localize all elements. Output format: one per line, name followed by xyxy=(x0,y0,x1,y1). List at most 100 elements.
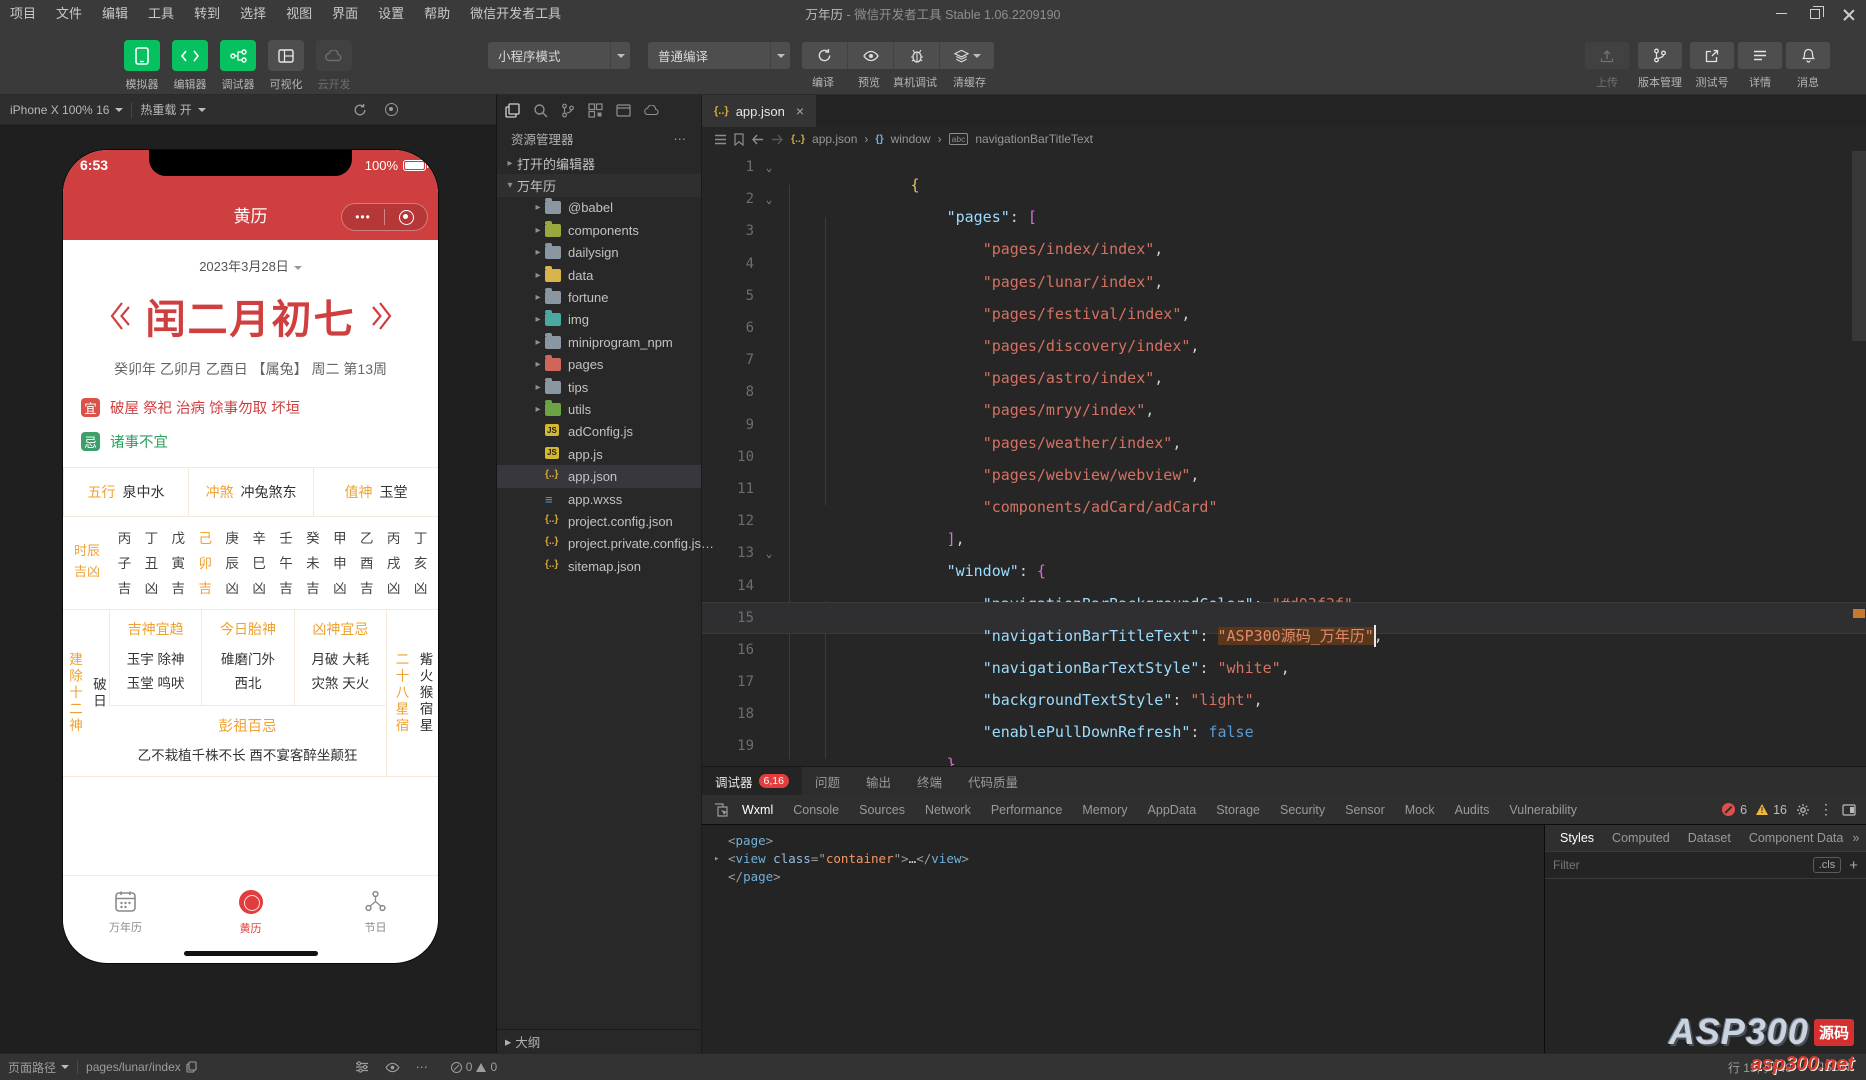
devtools-tab[interactable]: Audits xyxy=(1445,803,1500,817)
crumb-file[interactable]: app.json xyxy=(812,132,857,146)
inspect-icon[interactable] xyxy=(714,802,728,817)
problems-counter[interactable]: 0 0 xyxy=(450,1060,497,1074)
menu-item[interactable]: 帮助 xyxy=(414,0,460,27)
version-control-button[interactable]: 版本管理 xyxy=(1634,42,1686,90)
fold-icon[interactable]: ⌄ xyxy=(754,193,784,206)
eye-icon[interactable] xyxy=(385,1062,400,1073)
outline-section[interactable]: ▸ 大纲 xyxy=(497,1029,701,1053)
wxml-tree[interactable]: <page> ▸ <view class="container">…</view… xyxy=(702,825,1544,1053)
refresh-icon[interactable] xyxy=(353,103,367,117)
tree-item[interactable]: app.wxss xyxy=(497,488,701,510)
hot-reload-toggle[interactable]: 热重载 开 xyxy=(140,101,206,118)
tab-jieri[interactable]: 节日 xyxy=(313,876,438,949)
add-style-button[interactable]: + xyxy=(1849,857,1858,874)
devtools-tab[interactable]: Wxml xyxy=(732,803,783,817)
kebab-icon[interactable]: ⋮ xyxy=(1819,801,1833,818)
devtools-tab[interactable]: AppData xyxy=(1138,803,1207,817)
menu-item[interactable]: 微信开发者工具 xyxy=(460,0,571,27)
menu-item[interactable]: 项目 xyxy=(0,0,46,27)
crumb-property[interactable]: navigationBarTitleText xyxy=(975,132,1093,146)
menu-item[interactable]: 选择 xyxy=(230,0,276,27)
tree-item[interactable]: project.private.config.js… xyxy=(497,533,714,555)
tree-item[interactable]: app.js xyxy=(497,443,701,465)
details-button[interactable]: 详情 xyxy=(1734,42,1786,90)
cloud-icon[interactable] xyxy=(644,104,660,116)
devtools-tab[interactable]: Sensor xyxy=(1335,803,1395,817)
prev-day-arrow[interactable] xyxy=(108,299,130,333)
styles-tab[interactable]: Component Data xyxy=(1740,831,1853,845)
wxml-node[interactable]: ▸ <view class="container">…</view> xyxy=(714,850,1544,869)
menu-item[interactable]: 编辑 xyxy=(92,0,138,27)
more-icon[interactable]: ⋯ xyxy=(674,131,688,146)
filter-input[interactable]: Filter xyxy=(1553,858,1805,872)
forward-icon[interactable] xyxy=(771,134,784,145)
tab-huangli[interactable]: 黄历 xyxy=(188,876,313,949)
upload-button[interactable]: 上传 xyxy=(1581,42,1633,90)
styles-tab[interactable]: Styles xyxy=(1551,831,1603,845)
devtools-tab[interactable]: Storage xyxy=(1206,803,1270,817)
debugger-tab[interactable]: 输出 xyxy=(853,767,904,795)
record-icon[interactable] xyxy=(385,103,398,116)
language-mode[interactable]: JSON xyxy=(1818,1060,1850,1074)
tree-item[interactable]: ▸ tips xyxy=(497,376,701,398)
cursor-position[interactable]: 行 15, 列 48 xyxy=(1728,1059,1792,1076)
close-tab-icon[interactable]: × xyxy=(796,103,804,119)
maximize-button[interactable] xyxy=(1798,0,1832,27)
more-icon[interactable]: ⋯ xyxy=(416,1060,429,1074)
more-button[interactable]: ••• xyxy=(342,204,384,230)
menu-item[interactable]: 文件 xyxy=(46,0,92,27)
page-path-select[interactable]: 页面路径 xyxy=(0,1054,77,1080)
sliders-icon[interactable] xyxy=(355,1061,369,1073)
fold-icon[interactable]: ⌄ xyxy=(754,547,784,560)
devtools-tab[interactable]: Security xyxy=(1270,803,1335,817)
crumb-object[interactable]: window xyxy=(891,132,931,146)
close-button[interactable] xyxy=(1832,0,1866,27)
dock-icon[interactable] xyxy=(1842,803,1856,816)
tree-item[interactable]: ▸ components xyxy=(497,219,701,241)
exit-button[interactable] xyxy=(385,209,427,225)
project-root[interactable]: ▾ 万年历 xyxy=(497,174,701,197)
mode-select[interactable]: 小程序模式 xyxy=(488,42,630,69)
bookmark-icon[interactable] xyxy=(734,132,744,146)
tree-item[interactable]: ▸ @babel xyxy=(497,197,701,219)
devtools-tab[interactable]: Sources xyxy=(849,803,915,817)
tree-item[interactable]: sitemap.json xyxy=(497,555,701,577)
menu-item[interactable]: 转到 xyxy=(184,0,230,27)
gear-icon[interactable] xyxy=(1796,803,1810,817)
tree-item[interactable]: ▸ fortune xyxy=(497,286,701,308)
devtools-tab[interactable]: Console xyxy=(783,803,849,817)
tree-item[interactable]: project.config.json xyxy=(497,510,701,532)
compile-button[interactable] xyxy=(802,42,848,69)
cls-button[interactable]: .cls xyxy=(1812,857,1842,873)
menu-item[interactable]: 设置 xyxy=(368,0,414,27)
wxml-node[interactable]: </page> xyxy=(714,868,1544,886)
debugger-tab[interactable]: 调试器 6,16 xyxy=(702,767,802,795)
devtools-tab[interactable]: Performance xyxy=(981,803,1073,817)
styles-tab[interactable]: Computed xyxy=(1603,831,1679,845)
tab-wannianli[interactable]: 万年历 xyxy=(63,876,188,949)
current-page-path[interactable]: pages/lunar/index xyxy=(78,1054,205,1080)
outline-icon[interactable] xyxy=(714,134,727,145)
debugger-tab[interactable]: 代码质量 xyxy=(955,767,1031,795)
date-picker[interactable]: 2023年3月28日 xyxy=(63,240,438,275)
menu-item[interactable]: 工具 xyxy=(138,0,184,27)
git-branch-icon[interactable] xyxy=(561,103,575,118)
tree-item[interactable]: ▸ img xyxy=(497,309,701,331)
minimize-button[interactable] xyxy=(1764,0,1798,27)
tree-item[interactable]: ▸ miniprogram_npm xyxy=(497,331,701,353)
blocks-icon[interactable] xyxy=(588,102,603,118)
tree-item[interactable]: adConfig.js xyxy=(497,421,701,443)
styles-tab[interactable]: Dataset xyxy=(1679,831,1740,845)
fold-icon[interactable]: ⌄ xyxy=(754,161,784,174)
debugger-tab[interactable]: 终端 xyxy=(904,767,955,795)
window-icon[interactable] xyxy=(616,103,631,117)
devtools-tab[interactable]: Memory xyxy=(1072,803,1137,817)
devtools-tab[interactable]: Mock xyxy=(1395,803,1445,817)
devtools-tab[interactable]: Network xyxy=(915,803,981,817)
test-account-button[interactable]: 测试号 xyxy=(1686,42,1738,90)
tree-item[interactable]: ▸ pages xyxy=(497,354,701,376)
editor-scrollbar[interactable] xyxy=(1852,151,1866,341)
menu-item[interactable]: 界面 xyxy=(322,0,368,27)
tree-item[interactable]: ▸ dailysign xyxy=(497,242,701,264)
preview-button[interactable] xyxy=(848,42,894,69)
